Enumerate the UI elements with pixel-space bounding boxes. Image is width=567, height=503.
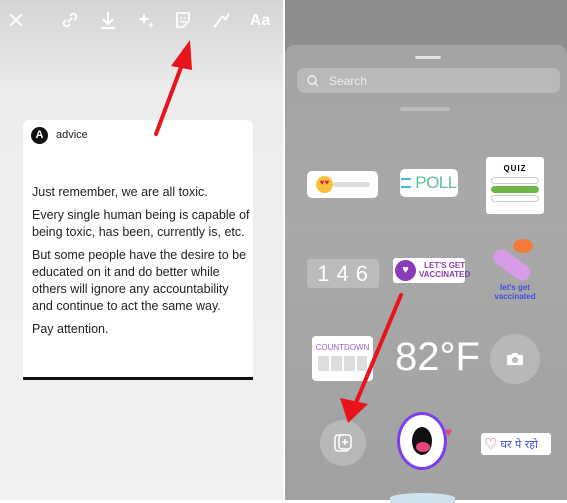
vaccinated-text: let's get vaccinated xyxy=(483,283,547,301)
countdown-digits-sticker[interactable]: 146 xyxy=(307,259,379,288)
download-icon xyxy=(101,12,115,29)
countdown-label: COUNTDOWN xyxy=(315,343,370,352)
post-paragraph: Every single human being is capable of b… xyxy=(32,208,250,239)
sticker-sheet: Search ♥♥ POLL QUIZ 146 ♥ LET'S GET VACC… xyxy=(285,45,567,503)
temperature-sticker[interactable]: 82°F xyxy=(395,335,480,380)
drag-handle[interactable] xyxy=(415,56,441,59)
post-paragraph: Pay attention. xyxy=(32,322,109,336)
camera-icon xyxy=(507,353,523,365)
quiz-option xyxy=(491,177,539,184)
effects-button[interactable] xyxy=(134,10,158,35)
close-button[interactable] xyxy=(4,10,28,35)
camera-sticker-button[interactable] xyxy=(490,334,540,384)
countdown-boxes xyxy=(318,356,367,371)
link-button[interactable] xyxy=(58,10,82,35)
sticker-button[interactable] xyxy=(171,10,195,35)
quiz-sticker[interactable]: QUIZ xyxy=(486,157,544,214)
shared-post-card[interactable]: A advice Just remember, we are all toxic… xyxy=(23,120,253,380)
countdown-sticker[interactable]: COUNTDOWN xyxy=(312,336,373,381)
vaccinated-line: LET'S GET xyxy=(424,261,466,270)
quiz-option xyxy=(491,195,539,202)
stay-home-label: घर पे रहो xyxy=(500,437,538,451)
tongue-icon xyxy=(416,442,430,452)
stay-home-sticker[interactable]: ♡ घर पे रहो xyxy=(481,433,551,455)
vaccinated-line: vaccinated xyxy=(494,292,536,301)
sticker-partial xyxy=(390,493,455,503)
heart-home-icon: ♡ xyxy=(484,436,498,453)
avatar: A xyxy=(31,127,48,144)
heart-eyes-emoji-icon: ♥♥ xyxy=(316,176,333,193)
post-paragraph: Just remember, we are all toxic. xyxy=(32,185,208,199)
story-editor: Aa A advice Just remember, we are all to… xyxy=(0,0,283,500)
heart-icon: ♥ xyxy=(395,260,416,281)
post-body: Just remember, we are all toxic. Every s… xyxy=(32,184,250,344)
draw-icon xyxy=(213,12,230,28)
sticker-search-input[interactable]: Search xyxy=(297,68,560,93)
screaming-mouth-sticker[interactable]: ♥ xyxy=(393,410,453,475)
quiz-option-correct xyxy=(491,186,539,193)
add-sticker-icon xyxy=(334,434,352,452)
search-placeholder: Search xyxy=(329,73,368,88)
quiz-label: QUIZ xyxy=(503,164,527,173)
vaccinated-line: VACCINATED xyxy=(419,270,471,279)
draw-button[interactable] xyxy=(210,10,234,35)
sticker-partial xyxy=(400,107,450,111)
poll-lines-icon xyxy=(401,178,412,188)
search-icon xyxy=(307,74,319,87)
sticker-tray-screen: Search ♥♥ POLL QUIZ 146 ♥ LET'S GET VACC… xyxy=(285,0,567,503)
text-button[interactable]: Aa xyxy=(248,12,272,30)
lets-get-vaccinated-sticker[interactable]: ♥ LET'S GET VACCINATED xyxy=(393,258,470,283)
bandage-vaccinated-sticker[interactable]: let's get vaccinated xyxy=(483,235,547,305)
poll-sticker[interactable]: POLL xyxy=(400,169,458,197)
post-author: advice xyxy=(56,129,88,141)
effects-sparkle-icon xyxy=(138,13,154,28)
hearts-icon: ♥ xyxy=(445,425,453,439)
link-icon xyxy=(62,12,78,28)
flower-icon xyxy=(513,239,533,253)
vaccinated-line: let's get xyxy=(500,283,530,292)
download-button[interactable] xyxy=(96,10,120,35)
slider-track xyxy=(333,182,370,187)
mouth-icon xyxy=(409,424,435,458)
post-paragraph: But some people have the desire to be ed… xyxy=(32,248,247,313)
vaccinated-text: LET'S GET VACCINATED xyxy=(419,261,470,279)
emoji-slider-sticker[interactable]: ♥♥ xyxy=(307,171,378,198)
poll-label: POLL xyxy=(415,173,457,192)
add-yours-sticker-button[interactable] xyxy=(320,420,366,466)
close-icon xyxy=(9,13,23,27)
sticker-icon xyxy=(176,12,190,28)
